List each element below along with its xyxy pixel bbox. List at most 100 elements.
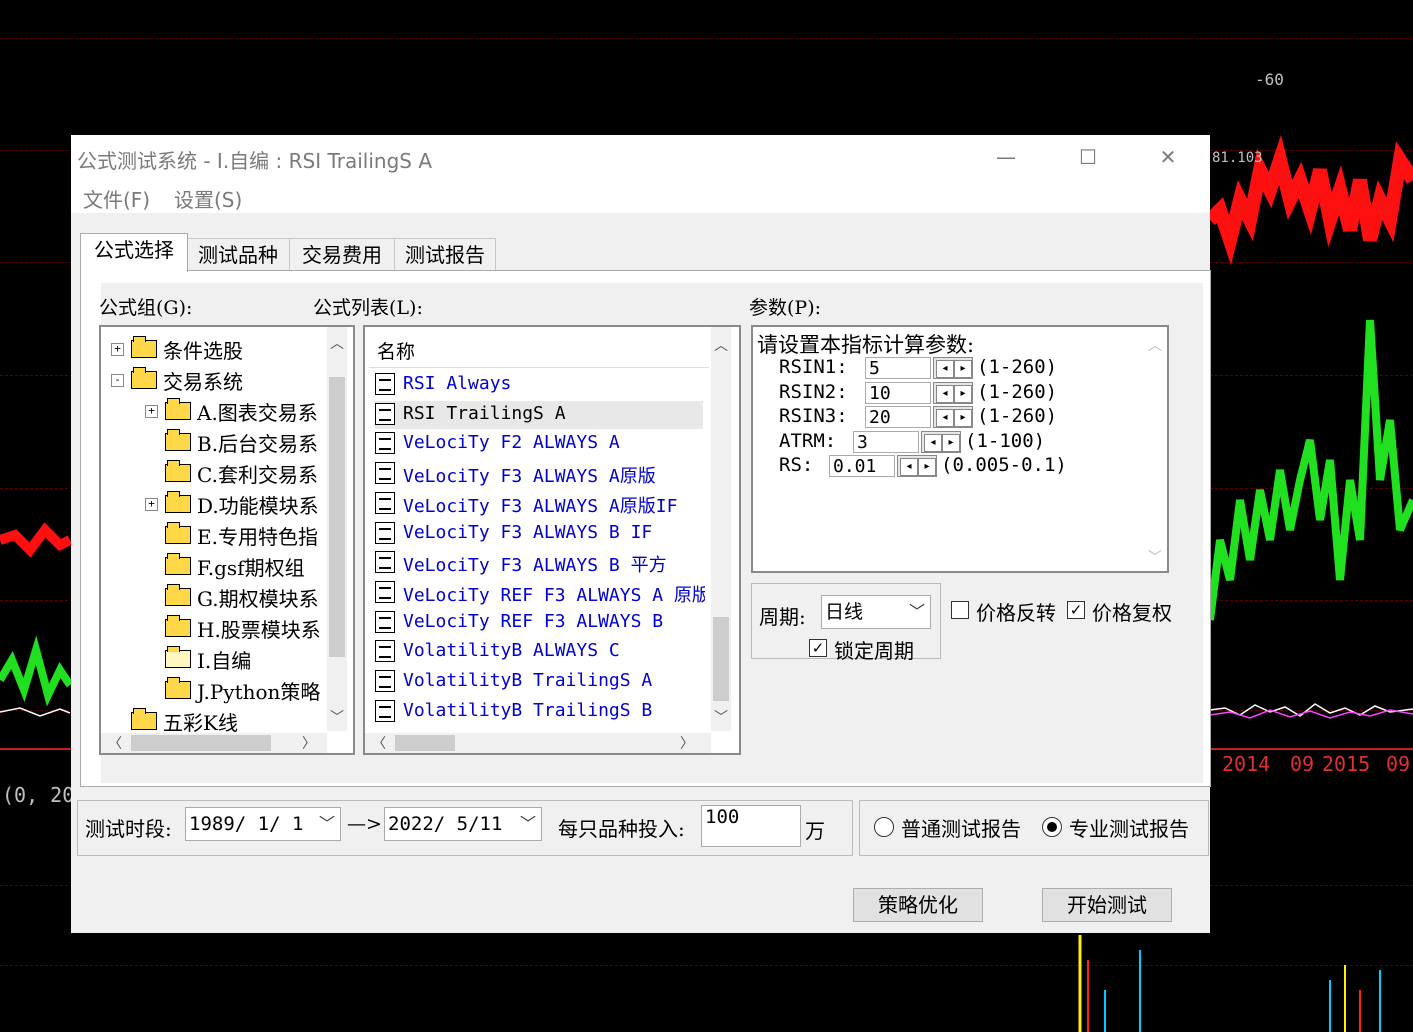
tree-item[interactable]: E.专用特色指 xyxy=(145,521,333,549)
formula-list-item[interactable]: RSI Always xyxy=(375,371,703,399)
minimize-button[interactable]: — xyxy=(991,143,1021,171)
param-name: RSIN2: xyxy=(779,380,848,403)
scroll-down-icon[interactable]: ﹀ xyxy=(1145,547,1165,567)
tree-item[interactable]: J.Python策略 xyxy=(145,676,333,704)
scroll-right-icon[interactable]: 〉 xyxy=(677,733,697,753)
price-reverse-checkbox[interactable] xyxy=(951,601,969,619)
formula-list-item[interactable]: VeLociTy F3 ALWAYS A原版 xyxy=(375,460,703,488)
folder-icon xyxy=(165,615,191,637)
pro-report-radio[interactable] xyxy=(1042,817,1062,837)
decrement-icon[interactable]: ◂ xyxy=(900,458,918,476)
formula-list-item[interactable]: VeLociTy F2 ALWAYS A xyxy=(375,430,703,458)
pro-report-label: 专业测试报告 xyxy=(1069,817,1189,841)
tree-item[interactable]: 五彩K线 xyxy=(111,707,333,735)
price-restore-checkbox[interactable]: ✓ xyxy=(1067,601,1085,619)
folder-icon xyxy=(165,460,191,482)
menu-settings[interactable]: 设置(S) xyxy=(174,184,242,213)
tab-formula-select[interactable]: 公式选择 xyxy=(80,233,188,272)
period-select[interactable]: 日线 ﹀ xyxy=(821,595,931,629)
menu-file[interactable]: 文件(F) xyxy=(83,184,150,213)
formula-list-item[interactable]: VeLociTy F3 ALWAYS A原版IF xyxy=(375,490,703,518)
decrement-icon[interactable]: ◂ xyxy=(936,360,954,378)
tree-item[interactable]: + 条件选股 xyxy=(111,335,333,363)
scroll-up-icon[interactable]: ︿ xyxy=(1145,335,1165,355)
test-period-label: 测试时段: xyxy=(85,817,172,841)
formula-list-item[interactable]: VeLociTy F3 ALWAYS B IF xyxy=(375,520,703,548)
tree-item[interactable]: F.gsf期权组 xyxy=(145,552,333,580)
increment-icon[interactable]: ▸ xyxy=(954,384,972,403)
scroll-right-icon[interactable]: 〉 xyxy=(299,733,319,753)
scroll-up-icon[interactable]: ︿ xyxy=(711,335,731,355)
scroll-thumb[interactable] xyxy=(131,735,271,751)
param-spinner[interactable]: ◂ ▸ xyxy=(933,357,973,379)
formula-list-item[interactable]: VolatilityB TrailingS B xyxy=(375,698,703,726)
tree-item[interactable]: - 交易系统 xyxy=(111,366,333,394)
formula-group-tree[interactable]: + 条件选股 - 交易系统 + A.图表交易系 B.后台交易系 C.套利交易系 + D.功能模块系… xyxy=(99,325,355,755)
param-spinner[interactable]: ◂ ▸ xyxy=(921,430,961,453)
formula-list[interactable]: 名称 RSI Always RSI TrailingS A VeLociTy F2 … xyxy=(363,325,741,755)
investment-input[interactable]: 100 xyxy=(701,805,801,847)
increment-icon[interactable]: ▸ xyxy=(942,433,960,452)
title-bar[interactable]: 公式测试系统 - I.自编 : RSI TrailingS A — ☐ ✕ xyxy=(71,135,1210,179)
tree-item[interactable]: H.股票模块系 xyxy=(145,614,333,642)
collapse-icon[interactable]: - xyxy=(111,374,124,387)
formula-list-item[interactable]: VolatilityB TrailingS A xyxy=(375,668,703,696)
increment-icon[interactable]: ▸ xyxy=(918,458,936,476)
decrement-icon[interactable]: ◂ xyxy=(936,384,954,403)
formula-list-item[interactable]: VeLociTy F3 ALWAYS B 平方 xyxy=(375,549,703,577)
scroll-thumb[interactable] xyxy=(395,735,455,751)
expand-icon[interactable]: + xyxy=(145,498,158,511)
tree-item[interactable]: B.后台交易系 xyxy=(145,428,333,456)
scroll-down-icon[interactable]: ﹀ xyxy=(711,707,731,727)
scroll-left-icon[interactable]: 〈 xyxy=(105,733,125,753)
formula-list-item[interactable]: RSI TrailingS A xyxy=(375,400,703,429)
param-range: (1-260) xyxy=(977,380,1058,403)
lock-period-checkbox[interactable]: ✓ xyxy=(809,639,827,657)
formula-icon xyxy=(375,402,395,425)
tree-item[interactable]: G.期权模块系 xyxy=(145,583,333,611)
tree-horizontal-scrollbar[interactable]: 〈 〉 xyxy=(101,733,327,753)
param-spinner[interactable]: ◂ ▸ xyxy=(933,381,973,404)
tab-trading-fees[interactable]: 交易费用 xyxy=(289,238,395,271)
tree-item[interactable]: C.套利交易系 xyxy=(145,459,333,487)
close-button[interactable]: ✕ xyxy=(1153,143,1183,171)
maximize-button[interactable]: ☐ xyxy=(1073,143,1103,171)
param-input[interactable]: 20 xyxy=(865,406,931,428)
expand-icon[interactable]: + xyxy=(145,405,158,418)
normal-report-radio[interactable] xyxy=(874,817,894,837)
param-input[interactable]: 0.01 xyxy=(829,455,895,477)
expand-icon[interactable]: + xyxy=(111,343,124,356)
tab-test-report[interactable]: 测试报告 xyxy=(394,238,496,271)
decrement-icon[interactable]: ◂ xyxy=(936,409,954,427)
increment-icon[interactable]: ▸ xyxy=(954,360,972,378)
increment-icon[interactable]: ▸ xyxy=(954,409,972,427)
formula-list-item[interactable]: VolatilityB ALWAYS C xyxy=(375,638,703,666)
start-date-picker[interactable]: 1989/ 1/ 1 ﹀ xyxy=(185,807,341,841)
list-header[interactable]: 名称 xyxy=(369,331,709,368)
price-restore-label: 价格复权 xyxy=(1092,601,1172,625)
start-test-button[interactable]: 开始测试 xyxy=(1042,888,1172,922)
formula-list-item[interactable]: VeLociTy REF F3 ALWAYS B xyxy=(375,609,703,637)
decrement-icon[interactable]: ◂ xyxy=(924,433,942,452)
optimize-button[interactable]: 策略优化 xyxy=(853,888,983,922)
tab-test-instruments[interactable]: 测试品种 xyxy=(186,238,290,271)
formula-list-item[interactable]: VeLociTy REF F3 ALWAYS A 原版 xyxy=(375,579,705,607)
tree-item[interactable]: I.自编 xyxy=(145,645,333,673)
scroll-up-icon[interactable]: ︿ xyxy=(327,333,347,353)
param-input[interactable]: 3 xyxy=(853,430,919,453)
scroll-thumb[interactable] xyxy=(713,617,729,701)
end-date-picker[interactable]: 2022/ 5/11 ﹀ xyxy=(384,807,542,841)
param-range: (1-260) xyxy=(977,405,1058,427)
tree-item[interactable]: + D.功能模块系 xyxy=(145,490,333,518)
scroll-left-icon[interactable]: 〈 xyxy=(369,733,389,753)
scroll-down-icon[interactable]: ﹀ xyxy=(327,707,347,727)
param-spinner[interactable]: ◂ ▸ xyxy=(933,406,973,428)
param-input[interactable]: 5 xyxy=(865,357,931,379)
scroll-thumb[interactable] xyxy=(329,377,345,657)
list-vertical-scrollbar[interactable]: ︿ ﹀ xyxy=(711,327,731,731)
tree-vertical-scrollbar[interactable]: ︿ ﹀ xyxy=(327,327,347,731)
param-spinner[interactable]: ◂ ▸ xyxy=(897,455,937,477)
tree-item[interactable]: + A.图表交易系 xyxy=(145,397,333,425)
param-input[interactable]: 10 xyxy=(865,381,931,404)
list-horizontal-scrollbar[interactable]: 〈 〉 xyxy=(365,733,711,753)
